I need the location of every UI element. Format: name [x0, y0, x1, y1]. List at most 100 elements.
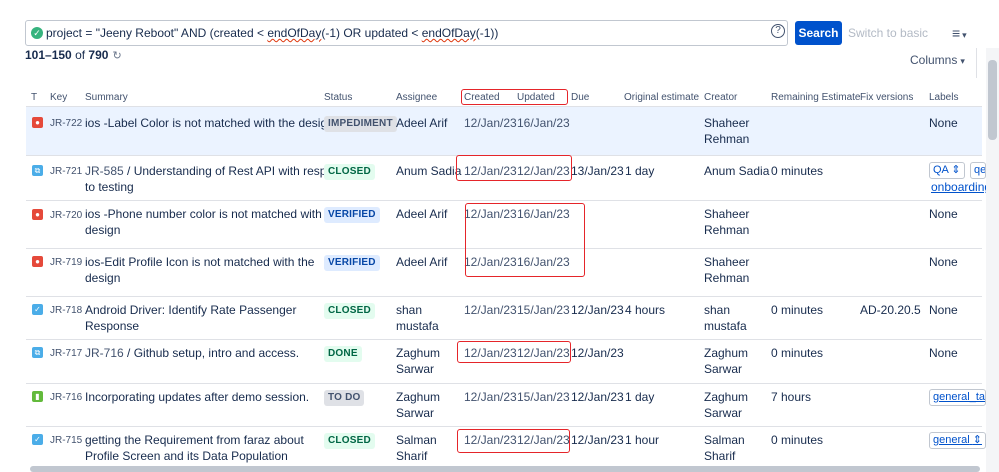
- bug-icon: ●: [32, 209, 43, 220]
- summary-line: ios-Edit Profile Icon is not matched wit…: [85, 255, 315, 269]
- status-badge: DONE: [324, 346, 362, 362]
- subtask-icon: ⧉: [32, 347, 43, 358]
- status-badge: IMPEDIMENT: [324, 116, 397, 132]
- subtask-icon: ⧉: [32, 165, 43, 176]
- assignee-line: Adeel Arif: [396, 255, 448, 269]
- col-header-fix-versions[interactable]: Fix versions: [860, 92, 913, 103]
- updated-date: 12/Jan/23: [517, 433, 570, 447]
- creator-cell: Shaheer Rehman: [704, 206, 749, 238]
- issue-key-link[interactable]: JR-722: [50, 116, 82, 132]
- fix-version[interactable]: AD-20.20.5: [860, 302, 921, 318]
- creator-line: Anum Sadia: [704, 164, 770, 178]
- issue-key-link[interactable]: JR-716: [50, 390, 82, 406]
- valid-query-check-icon: ✓: [31, 27, 43, 39]
- issue-key-link[interactable]: JR-718: [50, 303, 82, 319]
- creator-cell: shan mustafa: [704, 302, 747, 334]
- issue-key-link[interactable]: JR-721: [50, 164, 82, 180]
- updated-date: 12/Jan/23: [517, 346, 570, 360]
- creator-line: Shaheer: [704, 207, 750, 221]
- columns-button[interactable]: Columns ▾: [910, 53, 965, 67]
- col-header-labels[interactable]: Labels: [929, 92, 958, 103]
- label-chip[interactable]: qe: [970, 162, 986, 179]
- assignee-cell: Adeel Arif: [396, 206, 447, 222]
- search-button[interactable]: Search: [795, 21, 842, 45]
- summary-line: to testing: [85, 180, 134, 194]
- issue-summary-link[interactable]: JR-585 / Understanding of Rest API with …: [85, 163, 342, 195]
- creator-line: Rehman: [704, 132, 750, 146]
- label-link[interactable]: onboarding: [931, 179, 986, 195]
- horizontal-scrollbar[interactable]: [30, 466, 980, 472]
- issue-summary-link[interactable]: Incorporating updates after demo session…: [85, 389, 309, 405]
- issue-key-link[interactable]: JR-717: [50, 346, 82, 362]
- col-header-updated[interactable]: Updated: [517, 92, 555, 103]
- assignee-cell: Adeel Arif: [396, 254, 447, 270]
- assignee-cell: Salman Sharif: [396, 432, 437, 464]
- due-date: 12/Jan/23: [571, 346, 624, 360]
- issue-summary-link[interactable]: getting the Requirement from faraz about…: [85, 432, 304, 464]
- summary-line: Incorporating updates after demo session…: [85, 390, 310, 404]
- col-header-type[interactable]: T: [31, 92, 37, 103]
- columns-label: Columns: [910, 53, 958, 67]
- col-header-remaining-estimate[interactable]: Remaining Estimate: [771, 92, 860, 103]
- status-badge: CLOSED: [324, 433, 375, 449]
- assignee-line: Adeel Arif: [396, 116, 448, 130]
- labels-none: None: [929, 116, 958, 130]
- jql-query-input[interactable]: ✓ project = "Jeeny Reboot" AND (created …: [25, 20, 788, 46]
- summary-line: Android Driver: Identify Rate Passenger: [85, 303, 297, 317]
- col-header-due[interactable]: Due: [571, 92, 589, 103]
- help-icon[interactable]: ?: [771, 24, 785, 38]
- summary-line: design: [85, 223, 121, 237]
- updated-date: 16/Jan/23: [517, 116, 570, 130]
- col-header-summary[interactable]: Summary: [85, 92, 128, 103]
- label-chip[interactable]: QA ⇕: [929, 162, 965, 179]
- jql-query-text: project = "Jeeny Reboot" AND (created < …: [46, 26, 498, 40]
- updated-date: 16/Jan/23: [517, 207, 570, 221]
- col-header-status[interactable]: Status: [324, 92, 352, 103]
- switch-to-basic-link[interactable]: Switch to basic: [848, 26, 928, 40]
- view-menu-icon[interactable]: ≡ ▾: [952, 25, 967, 41]
- issue-key-link[interactable]: JR-720: [50, 208, 82, 224]
- label-chip[interactable]: general_tas: [929, 389, 986, 406]
- creator-cell: Shaheer Rehman: [704, 254, 749, 286]
- labels-none: None: [929, 346, 958, 360]
- issue-summary-link[interactable]: Android Driver: Identify Rate Passenger R…: [85, 302, 296, 334]
- original-estimate: 4 hours: [625, 303, 666, 317]
- updated-date: 15/Jan/23: [517, 390, 570, 404]
- creator-line: Shaheer: [704, 255, 750, 269]
- label-text: general: [933, 434, 970, 446]
- issue-summary-link[interactable]: JR-716 / Github setup, intro and access.: [85, 345, 299, 361]
- result-of-label: of: [75, 48, 86, 62]
- remaining-estimate: 0 minutes: [771, 433, 824, 447]
- assignee-line: Zaghum: [396, 346, 441, 360]
- col-header-creator[interactable]: Creator: [704, 92, 737, 103]
- summary-line: Profile Screen and its Data Population: [85, 449, 288, 463]
- label-chip[interactable]: general ⇕: [929, 432, 986, 449]
- issue-summary-link[interactable]: ios -Label Color is not matched with the…: [85, 115, 334, 131]
- vertical-scrollbar-thumb[interactable]: [988, 60, 997, 140]
- parent-key-link[interactable]: JR-585: [85, 164, 124, 178]
- jql-function-end-of-day: endOfDay: [421, 26, 476, 40]
- issue-summary-link[interactable]: ios -Phone number color is not matched w…: [85, 206, 322, 238]
- creator-cell: Shaheer Rehman: [704, 115, 749, 147]
- assignee-cell: shan mustafa: [396, 302, 439, 334]
- col-header-created[interactable]: Created: [464, 92, 500, 103]
- assignee-line: Zaghum: [396, 390, 441, 404]
- due-date: 13/Jan/23: [571, 164, 624, 178]
- assignee-cell: Zaghum Sarwar: [396, 345, 440, 377]
- result-count: 101–150 of 790 ↻: [25, 48, 122, 62]
- creator-cell: Salman Sharif: [704, 432, 745, 464]
- refresh-icon[interactable]: ↻: [112, 50, 121, 62]
- labels-none: None: [929, 303, 958, 317]
- col-header-key[interactable]: Key: [50, 92, 67, 103]
- issue-summary-link[interactable]: ios-Edit Profile Icon is not matched wit…: [85, 254, 314, 286]
- issue-key-link[interactable]: JR-715: [50, 433, 82, 449]
- col-header-assignee[interactable]: Assignee: [396, 92, 437, 103]
- due-date: 12/Jan/23: [571, 390, 624, 404]
- status-badge: VERIFIED: [324, 207, 380, 223]
- issue-key-link[interactable]: JR-719: [50, 255, 82, 271]
- col-header-original-estimate[interactable]: Original estimate: [624, 92, 699, 103]
- divider: [976, 48, 977, 78]
- parent-key-link[interactable]: JR-716: [85, 346, 124, 360]
- assignee-line: Salman: [396, 433, 437, 447]
- creator-line: Shaheer: [704, 116, 750, 130]
